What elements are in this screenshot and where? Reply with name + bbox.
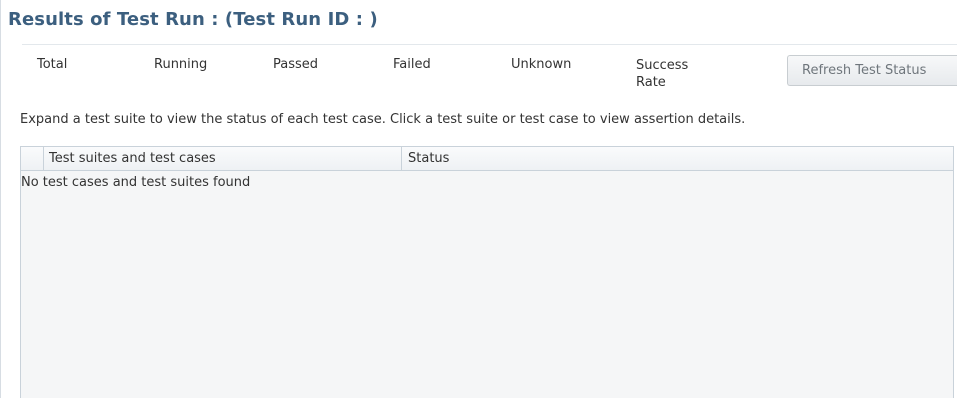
passed-label: Passed (273, 57, 319, 72)
running-label: Running (154, 57, 208, 72)
test-results-table[interactable]: Test suites and test cases Status No tes… (20, 146, 954, 398)
unknown-label: Unknown (511, 57, 572, 72)
total-label: Total (37, 57, 68, 72)
column-header-status[interactable]: Status (408, 151, 449, 166)
success-rate-label: Success Rate (636, 58, 689, 90)
instructions-text: Expand a test suite to view the status o… (20, 112, 746, 127)
column-separator (401, 147, 402, 170)
table-header: Test suites and test cases Status (21, 147, 953, 171)
column-separator (43, 147, 44, 170)
header-divider (22, 44, 957, 45)
left-border (0, 0, 1, 398)
empty-table-message: No test cases and test suites found (21, 175, 251, 190)
column-header-test-suites[interactable]: Test suites and test cases (49, 151, 216, 166)
refresh-test-status-button[interactable]: Refresh Test Status (787, 55, 957, 86)
page-title: Results of Test Run : (Test Run ID : ) (8, 9, 378, 30)
failed-label: Failed (393, 57, 431, 72)
test-run-results-page: Results of Test Run : (Test Run ID : ) T… (0, 0, 957, 398)
